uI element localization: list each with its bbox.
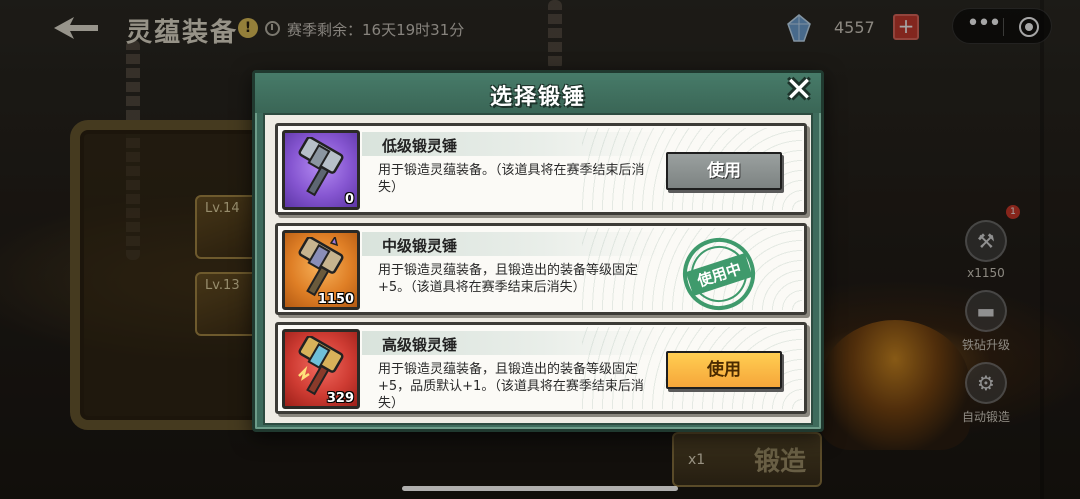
hammer-item-mid: 1150 中级锻灵锤 用于锻造灵蕴装备，且锻造出的装备等级固定+5。（该道具将在… xyxy=(275,223,807,320)
item-name: 低级锻灵锤 xyxy=(382,137,458,155)
item-name: 高级锻灵锤 xyxy=(382,336,458,354)
purple-hammer-icon: 0 xyxy=(282,130,360,210)
item-quantity: 1150 xyxy=(317,292,354,307)
use-button[interactable]: 使用 xyxy=(666,152,782,190)
select-hammer-modal: 选择锻锤 ✕ 0 低级锻灵锤 用于锻造灵蕴装备。（该道具将在赛季结束后消失） 使… xyxy=(252,70,824,432)
orange-hammer-icon: 1150 xyxy=(282,230,360,310)
hammer-item-high: 329 高级锻灵锤 用于锻造灵蕴装备，且锻造出的装备等级固定+5，品质默认+1。… xyxy=(275,322,807,414)
modal-body: 0 低级锻灵锤 用于锻造灵蕴装备。（该道具将在赛季结束后消失） 使用 1150 … xyxy=(263,113,813,425)
item-quantity: 329 xyxy=(326,391,354,406)
modal-title: 选择锻锤 xyxy=(489,85,586,110)
hammer-item-low: 0 低级锻灵锤 用于锻造灵蕴装备。（该道具将在赛季结束后消失） 使用 xyxy=(275,123,807,215)
item-name: 中级锻灵锤 xyxy=(382,237,458,255)
close-icon[interactable]: ✕ xyxy=(779,73,819,107)
item-quantity: 0 xyxy=(344,192,354,207)
red-hammer-icon: 329 xyxy=(282,329,360,409)
use-button[interactable]: 使用 xyxy=(666,351,782,389)
home-indicator[interactable] xyxy=(402,486,678,491)
